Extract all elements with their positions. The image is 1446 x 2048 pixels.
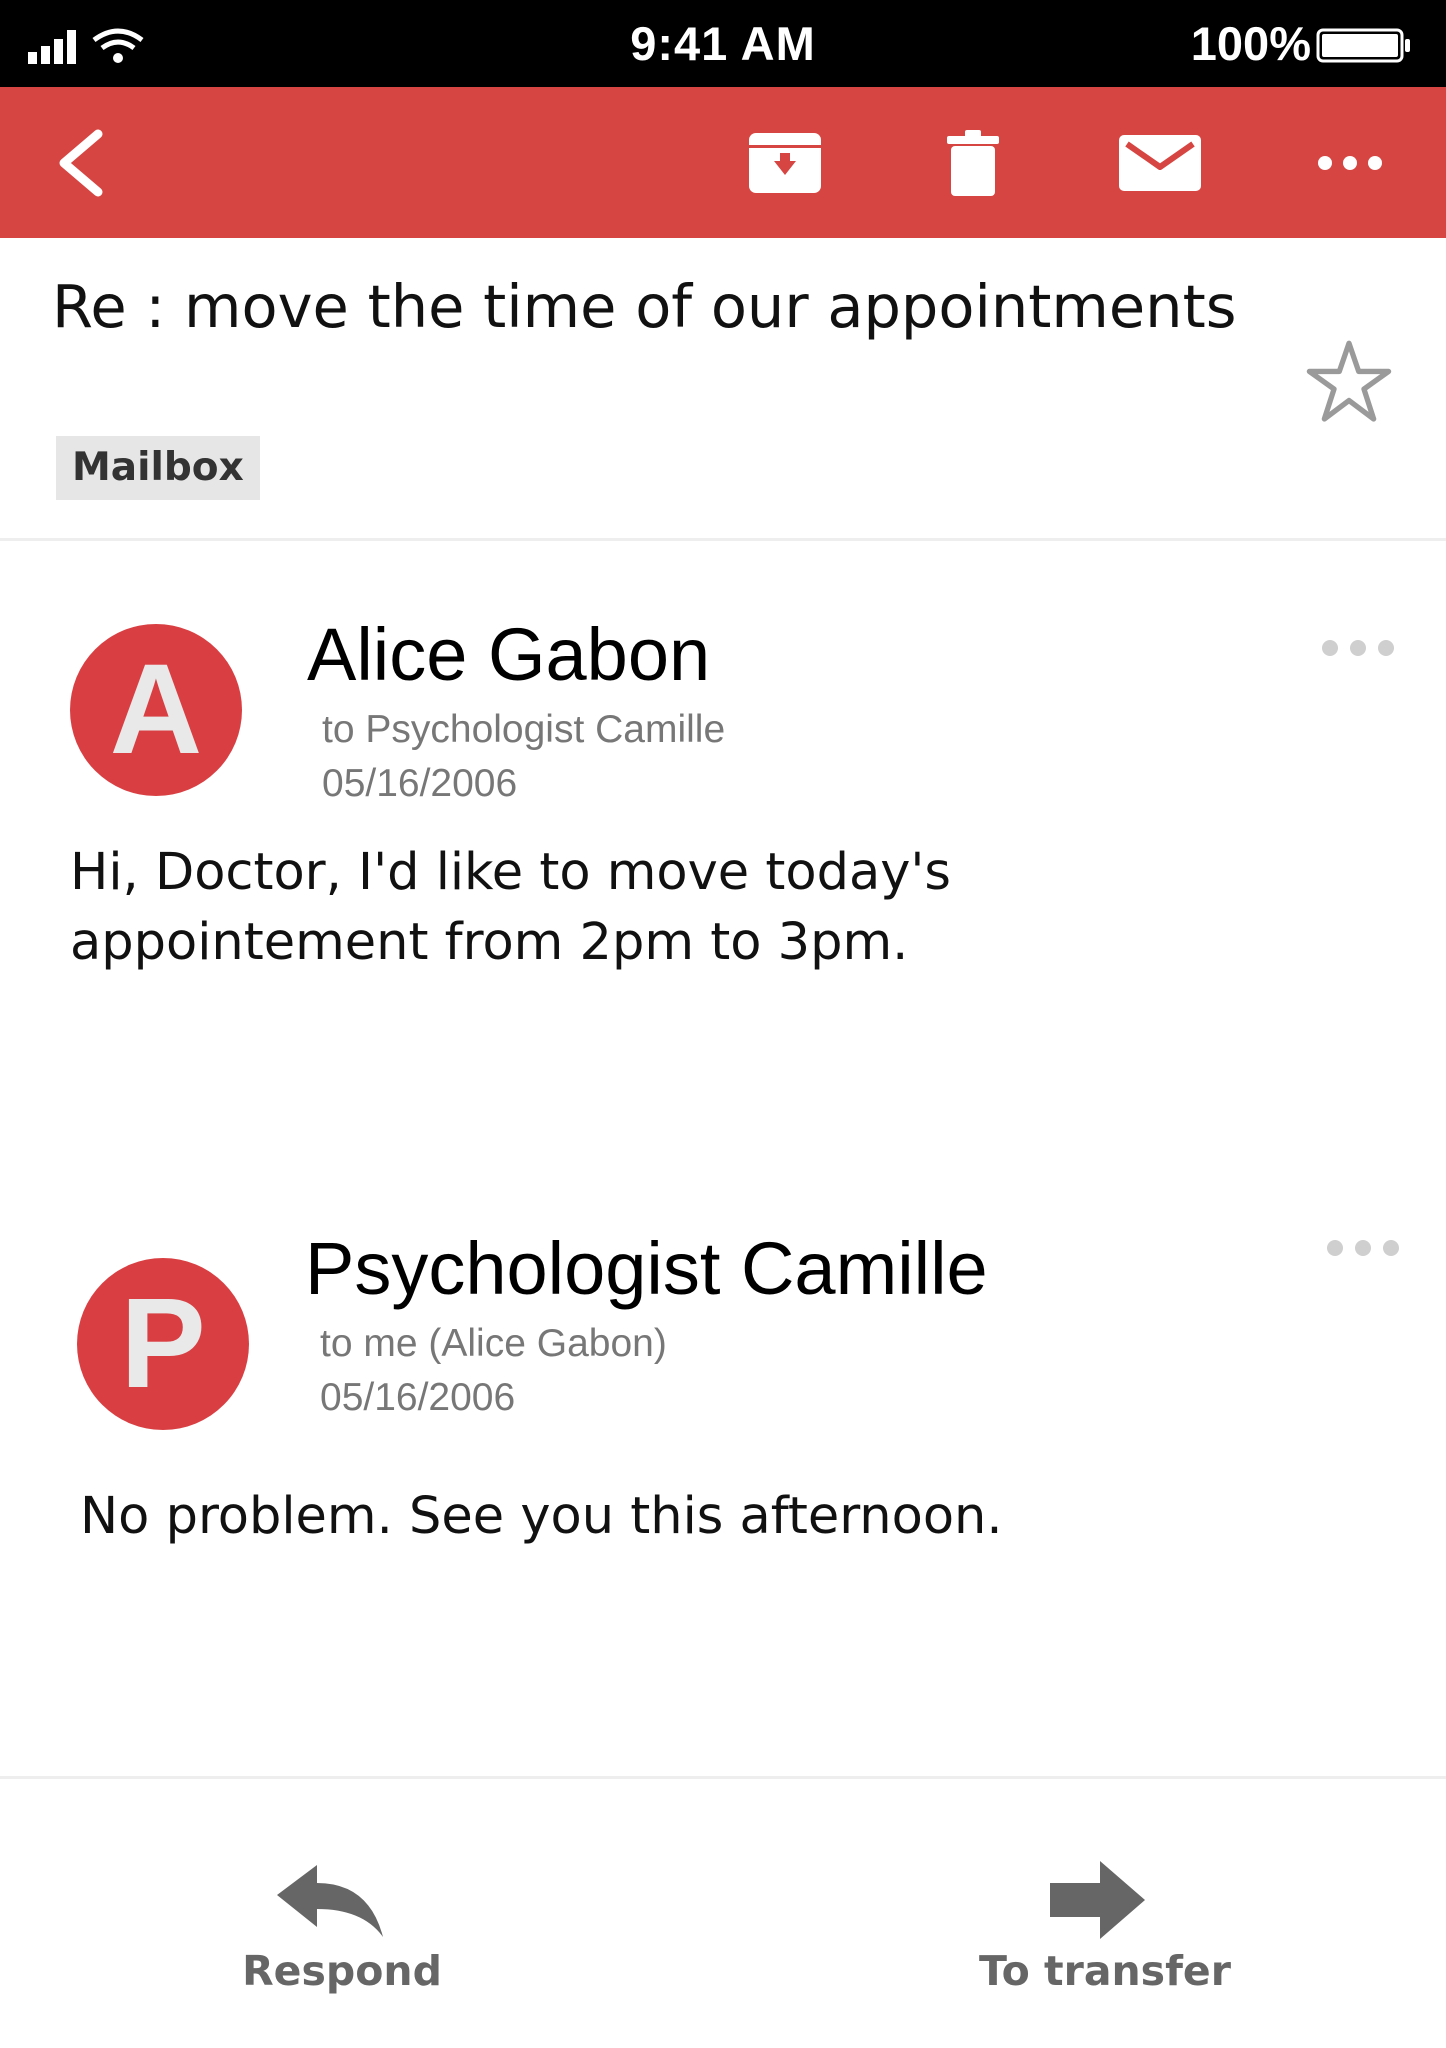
star-icon[interactable]	[1305, 338, 1393, 426]
more-dots-icon	[1318, 155, 1382, 170]
reply-arrow-icon	[277, 1865, 383, 1937]
message-date: 05/16/2006	[322, 762, 518, 805]
archive-button[interactable]	[740, 87, 830, 238]
forward-arrow-icon	[1050, 1861, 1145, 1939]
message-more-icon[interactable]	[1323, 1233, 1403, 1263]
sender-name: Psychologist Camille	[305, 1227, 988, 1310]
message-date: 05/16/2006	[320, 1376, 516, 1419]
header-divider	[0, 538, 1446, 541]
archive-icon	[749, 132, 821, 193]
message-body-line: Hi, Doctor, I'd like to move today's	[70, 843, 951, 902]
battery-icon	[1316, 28, 1410, 63]
back-arrow-icon	[59, 129, 103, 196]
respond-button[interactable]: Respond	[192, 1855, 492, 2015]
respond-label: Respond	[242, 1947, 442, 1995]
more-button[interactable]	[1305, 87, 1395, 238]
avatar: P	[77, 1258, 249, 1430]
mail-icon	[1119, 134, 1201, 191]
battery-percent: 100%	[1190, 17, 1311, 70]
transfer-button[interactable]: To transfer	[955, 1855, 1255, 2015]
transfer-label: To transfer	[979, 1947, 1231, 1995]
back-button[interactable]	[40, 87, 120, 238]
email-subject: Re : move the time of our appointments	[52, 272, 1237, 341]
trash-icon	[946, 129, 999, 196]
message-body-line: No problem. See you this afternoon.	[80, 1487, 1003, 1546]
recipient-line: to me (Alice Gabon)	[320, 1322, 667, 1365]
recipient-line: to Psychologist Camille	[322, 708, 726, 751]
message-body-line: appointement from 2pm to 3pm.	[70, 913, 909, 972]
toolbar	[0, 87, 1446, 238]
footer-divider	[0, 1776, 1446, 1779]
status-bar: 9:41 AM 100%	[0, 0, 1446, 87]
delete-button[interactable]	[930, 87, 1015, 238]
message-more-icon[interactable]	[1318, 633, 1398, 663]
mailbox-label[interactable]: Mailbox	[56, 436, 260, 500]
sender-name: Alice Gabon	[307, 613, 711, 696]
mark-unread-button[interactable]	[1115, 87, 1205, 238]
avatar: A	[70, 624, 242, 796]
